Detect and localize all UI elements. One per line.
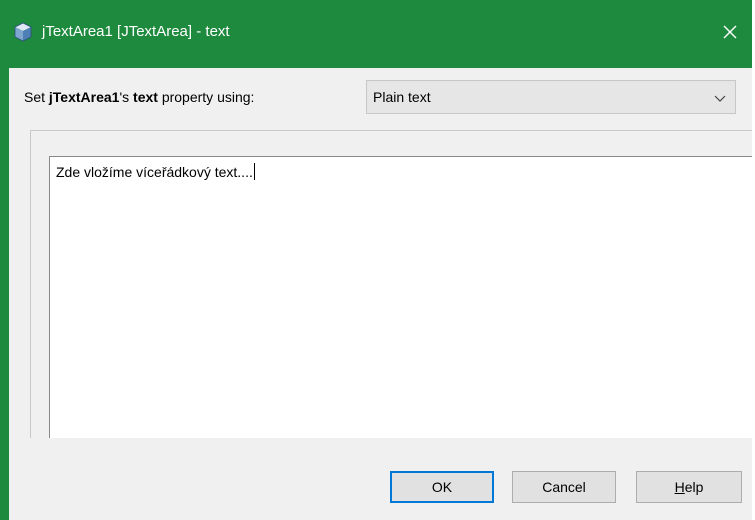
window-title: jTextArea1 [JTextArea] - text: [42, 23, 230, 40]
property-editor-dialog: jTextArea1 [JTextArea] - text Set jTextA…: [0, 0, 752, 520]
text-caret: [253, 163, 255, 180]
editor-type-select[interactable]: Plain text: [366, 80, 736, 114]
close-icon: [723, 25, 737, 39]
ok-button[interactable]: OK: [390, 471, 494, 503]
cancel-button[interactable]: Cancel: [512, 471, 616, 503]
component-name: jTextArea1: [48, 89, 120, 105]
label-prefix: Set: [24, 89, 49, 105]
property-editor-row: Set jTextArea1's text property using: Pl…: [9, 68, 752, 130]
help-label-rest: elp: [684, 479, 704, 495]
chevron-down-icon: [713, 91, 727, 105]
help-button[interactable]: Help: [636, 471, 742, 503]
dialog-client-area: Set jTextArea1's text property using: Pl…: [9, 68, 752, 520]
cube-icon: [14, 22, 32, 42]
label-possessive: 's: [119, 89, 134, 105]
label-suffix: property using:: [157, 89, 255, 105]
text-editor-content: Zde vložíme víceřádkový text....: [56, 164, 253, 180]
help-mnemonic: H: [674, 479, 685, 495]
title-bar[interactable]: jTextArea1 [JTextArea] - text: [0, 0, 752, 68]
text-editor-area[interactable]: Zde vložíme víceřádkový text....: [49, 156, 752, 438]
property-editor-label: Set jTextArea1's text property using:: [24, 89, 254, 105]
close-button[interactable]: [712, 14, 748, 50]
property-name: text: [133, 89, 158, 105]
editor-type-value: Plain text: [373, 89, 431, 105]
